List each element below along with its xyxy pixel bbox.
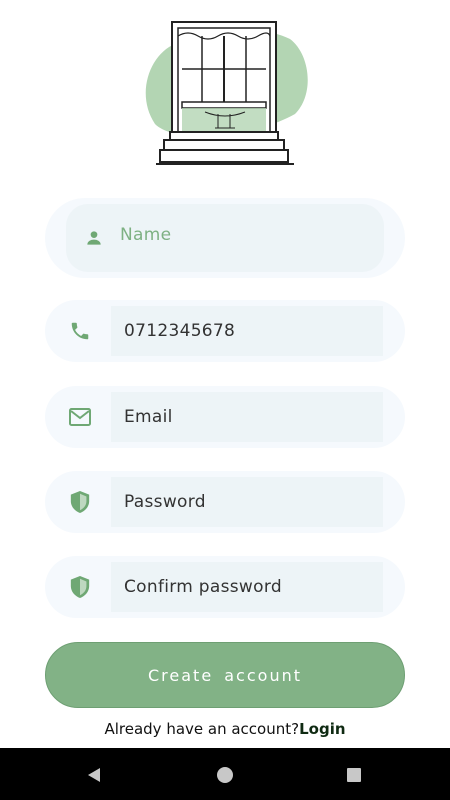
home-icon[interactable] [213, 763, 237, 787]
window-illustration [130, 14, 320, 174]
back-icon[interactable] [82, 763, 106, 787]
phone-field[interactable]: 0712345678 [45, 300, 405, 362]
login-prompt-text: Already have an account? [104, 720, 300, 738]
name-input[interactable] [66, 204, 384, 272]
recents-icon[interactable] [342, 763, 366, 787]
confirm-password-field[interactable]: Confirm password [45, 556, 405, 618]
phone-input[interactable]: 0712345678 [111, 306, 383, 356]
confirm-password-input[interactable]: Confirm password [111, 562, 383, 612]
create-account-button[interactable]: Create account [45, 642, 405, 708]
phone-icon [68, 319, 92, 343]
system-navbar [0, 748, 450, 800]
shield-icon [68, 575, 92, 599]
name-placeholder: Name [120, 225, 172, 245]
password-input[interactable]: Password [111, 477, 383, 527]
person-icon [82, 226, 106, 250]
login-prompt: Already have an account?Login [0, 720, 450, 738]
shield-icon [68, 490, 92, 514]
name-field[interactable]: Name [45, 198, 405, 278]
mail-icon [68, 405, 92, 429]
email-field[interactable]: Email [45, 386, 405, 448]
login-link[interactable]: Login [299, 720, 345, 738]
password-field[interactable]: Password [45, 471, 405, 533]
email-input[interactable]: Email [111, 392, 383, 442]
